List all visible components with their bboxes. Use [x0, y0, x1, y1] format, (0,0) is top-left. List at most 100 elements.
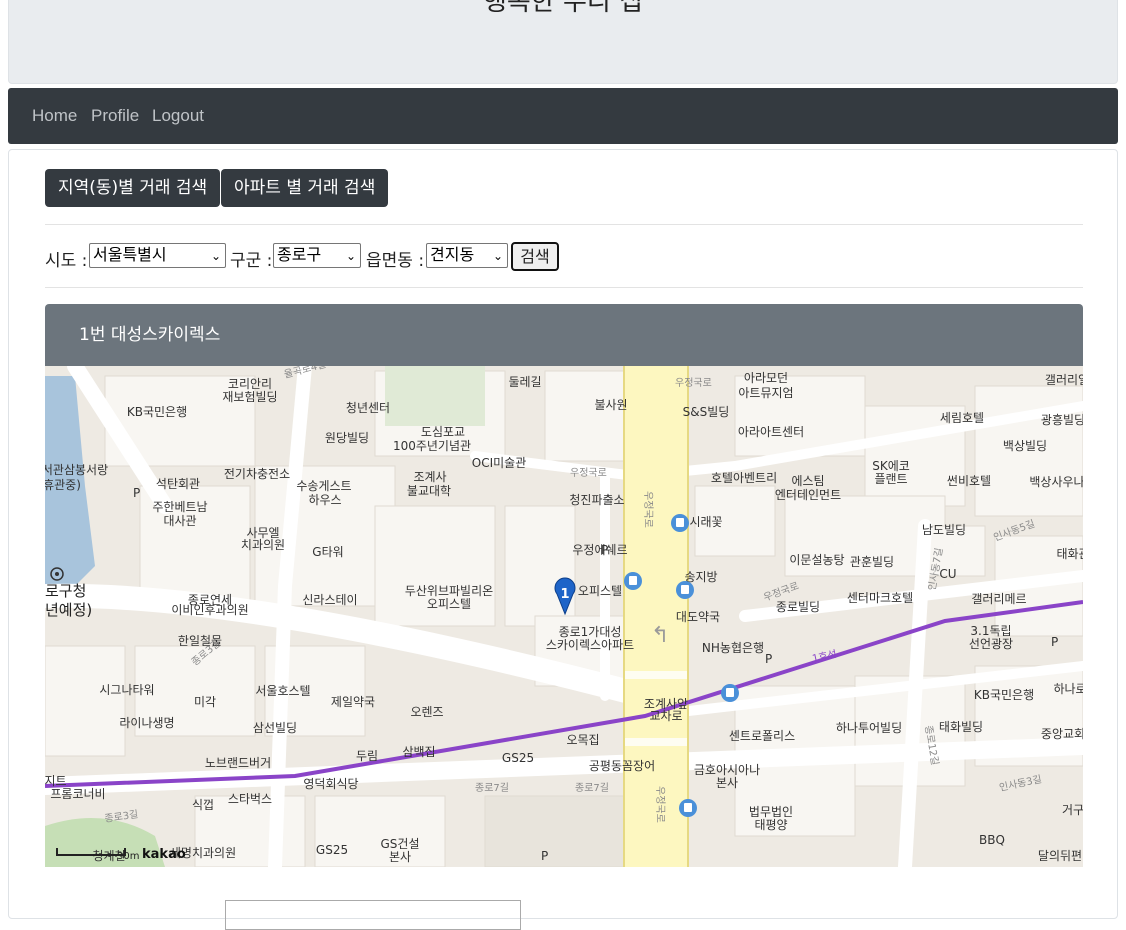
map-place-label: 종로1가대성: [559, 625, 622, 639]
map-place-label: 광흥빌딩: [1041, 413, 1083, 427]
bus-stop-icon[interactable]: [679, 799, 697, 817]
map-place-label: 센트로폴리스: [729, 729, 795, 743]
sido-select[interactable]: 서울특별시 ⌄: [89, 243, 226, 268]
map-place-label: 호텔아벤트리: [711, 471, 777, 485]
map-place-label: 오피스텔: [578, 584, 622, 598]
map-place-label: 종로7길: [475, 781, 509, 794]
gugun-select[interactable]: 종로구 ⌄: [273, 243, 361, 268]
sido-select-value: 서울특별시: [93, 245, 167, 264]
map-place-label: 신라스테이: [302, 593, 357, 607]
nav-logout-link[interactable]: Logout: [152, 106, 204, 126]
map-place-label: 전기차충전소: [224, 467, 290, 481]
u-turn-icon: ↰: [651, 623, 669, 648]
sido-label: 시도 :: [45, 251, 88, 271]
map-place-label: 코리안리 재보험빌딩: [222, 377, 277, 404]
dong-select[interactable]: 견지동 ⌄: [426, 243, 508, 268]
parking-icon: P: [541, 849, 548, 863]
nav-home-link[interactable]: Home: [32, 106, 77, 126]
chevron-down-icon: ⌄: [492, 249, 503, 263]
region-search-tab-button[interactable]: 지역(동)별 거래 검색: [45, 169, 221, 207]
results-table-edge: [225, 900, 521, 930]
map-place-label: 오렌즈: [410, 705, 443, 719]
map-place-label: 삼선빌딩: [253, 721, 297, 735]
map-place-label: 남도빌딩: [922, 523, 966, 537]
map-place-label: GS건설: [381, 837, 420, 851]
map-place-label: 에스팀: [791, 474, 824, 488]
map-place-label: 이문설농탕: [789, 553, 844, 567]
map-place-label: 종로7길: [575, 781, 609, 794]
map-place-label: 제일약국: [331, 694, 375, 709]
map-place-label: 청진파출소: [569, 493, 624, 507]
map-place-label: 우정국로: [570, 467, 607, 479]
map-place-label: 우정국로: [642, 491, 654, 528]
map-place-label: SK에코: [872, 459, 910, 473]
map-place-label: 100주년기념관: [393, 439, 471, 453]
map-place-label: 삼백집: [402, 745, 435, 759]
map-place-label: 종로빌딩: [776, 600, 820, 614]
map-place-label: 로구청: [45, 582, 86, 600]
map-place-label: 오목집: [566, 733, 599, 747]
apartment-search-tab-button[interactable]: 아파트 별 거래 검색: [221, 169, 389, 207]
map-place-label: 센터마크호텔: [847, 591, 913, 605]
bus-stop-icon[interactable]: [721, 684, 739, 702]
marker-number-label: 1: [560, 587, 569, 602]
map-place-label: 휴관중): [45, 478, 81, 492]
map-place-label: 하나로: [1053, 682, 1083, 696]
map-place-label: 도심포교: [421, 425, 465, 439]
map-place-label: 거구: [1062, 803, 1083, 817]
map-place-label: KB국민은행: [974, 687, 1034, 702]
map-place-label: 태화관: [1056, 547, 1083, 561]
map-place-label: GS25: [316, 843, 348, 857]
map-place-label: 둘레길: [508, 375, 541, 389]
map-place-label: OCI미술관: [472, 456, 526, 470]
map-place-label: 태평양: [754, 818, 787, 832]
map-place-label: 조계사: [413, 470, 446, 484]
parking-icon: P: [601, 543, 608, 557]
banner-title: 행복한 우리 집: [482, 0, 644, 17]
map-place-label: NH농협은행: [702, 640, 764, 655]
map-place-label: 식껍: [192, 798, 214, 812]
map-place-label: 스카이렉스아파트: [546, 638, 634, 652]
nav-profile-link[interactable]: Profile: [91, 106, 139, 126]
map-canvas[interactable]: 율곡로4길 우정국로 우정국로 종로7길 종로7길 인사동7길 인사동3길 종로…: [45, 366, 1083, 867]
map-place-label: 갤러리일: [1045, 373, 1083, 387]
target-location-dot: [55, 572, 59, 576]
map-place-label: 갤러리메르: [971, 592, 1026, 606]
map-place-label: 시래꽃: [689, 515, 722, 529]
map-place-label: 본사: [389, 850, 411, 864]
map-place-label: 영덕회식당: [303, 777, 358, 791]
chevron-down-icon: ⌄: [210, 249, 221, 263]
map-place-label: 라이나생명: [119, 716, 174, 730]
bus-stop-icon[interactable]: [624, 572, 642, 590]
map-place-label: 하우스: [308, 493, 341, 507]
map-place-label: 시그나타워: [99, 683, 154, 697]
bus-stop-icon[interactable]: [676, 581, 694, 599]
map-place-label: 중앙교회: [1041, 727, 1083, 741]
map-place-label: GS25: [502, 751, 534, 765]
main-content: 지역(동)별 거래 검색 아파트 별 거래 검색 시도 : 서울특별시 ⌄ 구군…: [8, 149, 1118, 930]
map-place-label: 선언광장: [969, 637, 1013, 651]
divider: [45, 287, 1083, 288]
map-place-label: 법무법인: [749, 805, 793, 819]
map-place-label: 아지트: [45, 774, 67, 788]
map-place-label: BBQ: [979, 833, 1005, 847]
map-place-label: 서관삼봉서랑: [45, 463, 108, 477]
map-place-label: 프롬코너비: [50, 787, 105, 801]
map-place-label: 30m: [117, 851, 139, 862]
dong-select-value: 견지동: [430, 245, 475, 264]
map-place-label: 하나투어빌딩: [836, 721, 902, 735]
result-card-header: 1번 대성스카이렉스: [45, 304, 1083, 366]
map-place-label: 오피스텔: [427, 597, 471, 611]
search-button[interactable]: 검색: [511, 242, 559, 271]
gugun-label: 구군 :: [230, 251, 273, 271]
map-place-label: 태화빌딩: [939, 720, 983, 734]
bus-stop-icon[interactable]: [671, 514, 689, 532]
map-place-label: 플랜트: [874, 472, 907, 486]
kakao-map[interactable]: 율곡로4길 우정국로 우정국로 종로7길 종로7길 인사동7길 인사동3길 종로…: [45, 366, 1083, 867]
map-place-label: 교차로: [649, 709, 682, 723]
map-place-label: 우정국로: [654, 786, 666, 823]
map-place-label: 아라모던: [744, 371, 788, 385]
map-place-label: 두산위브파빌리온: [405, 584, 493, 598]
parking-icon: P: [133, 486, 140, 500]
map-place-label: 스타벅스: [228, 792, 272, 806]
